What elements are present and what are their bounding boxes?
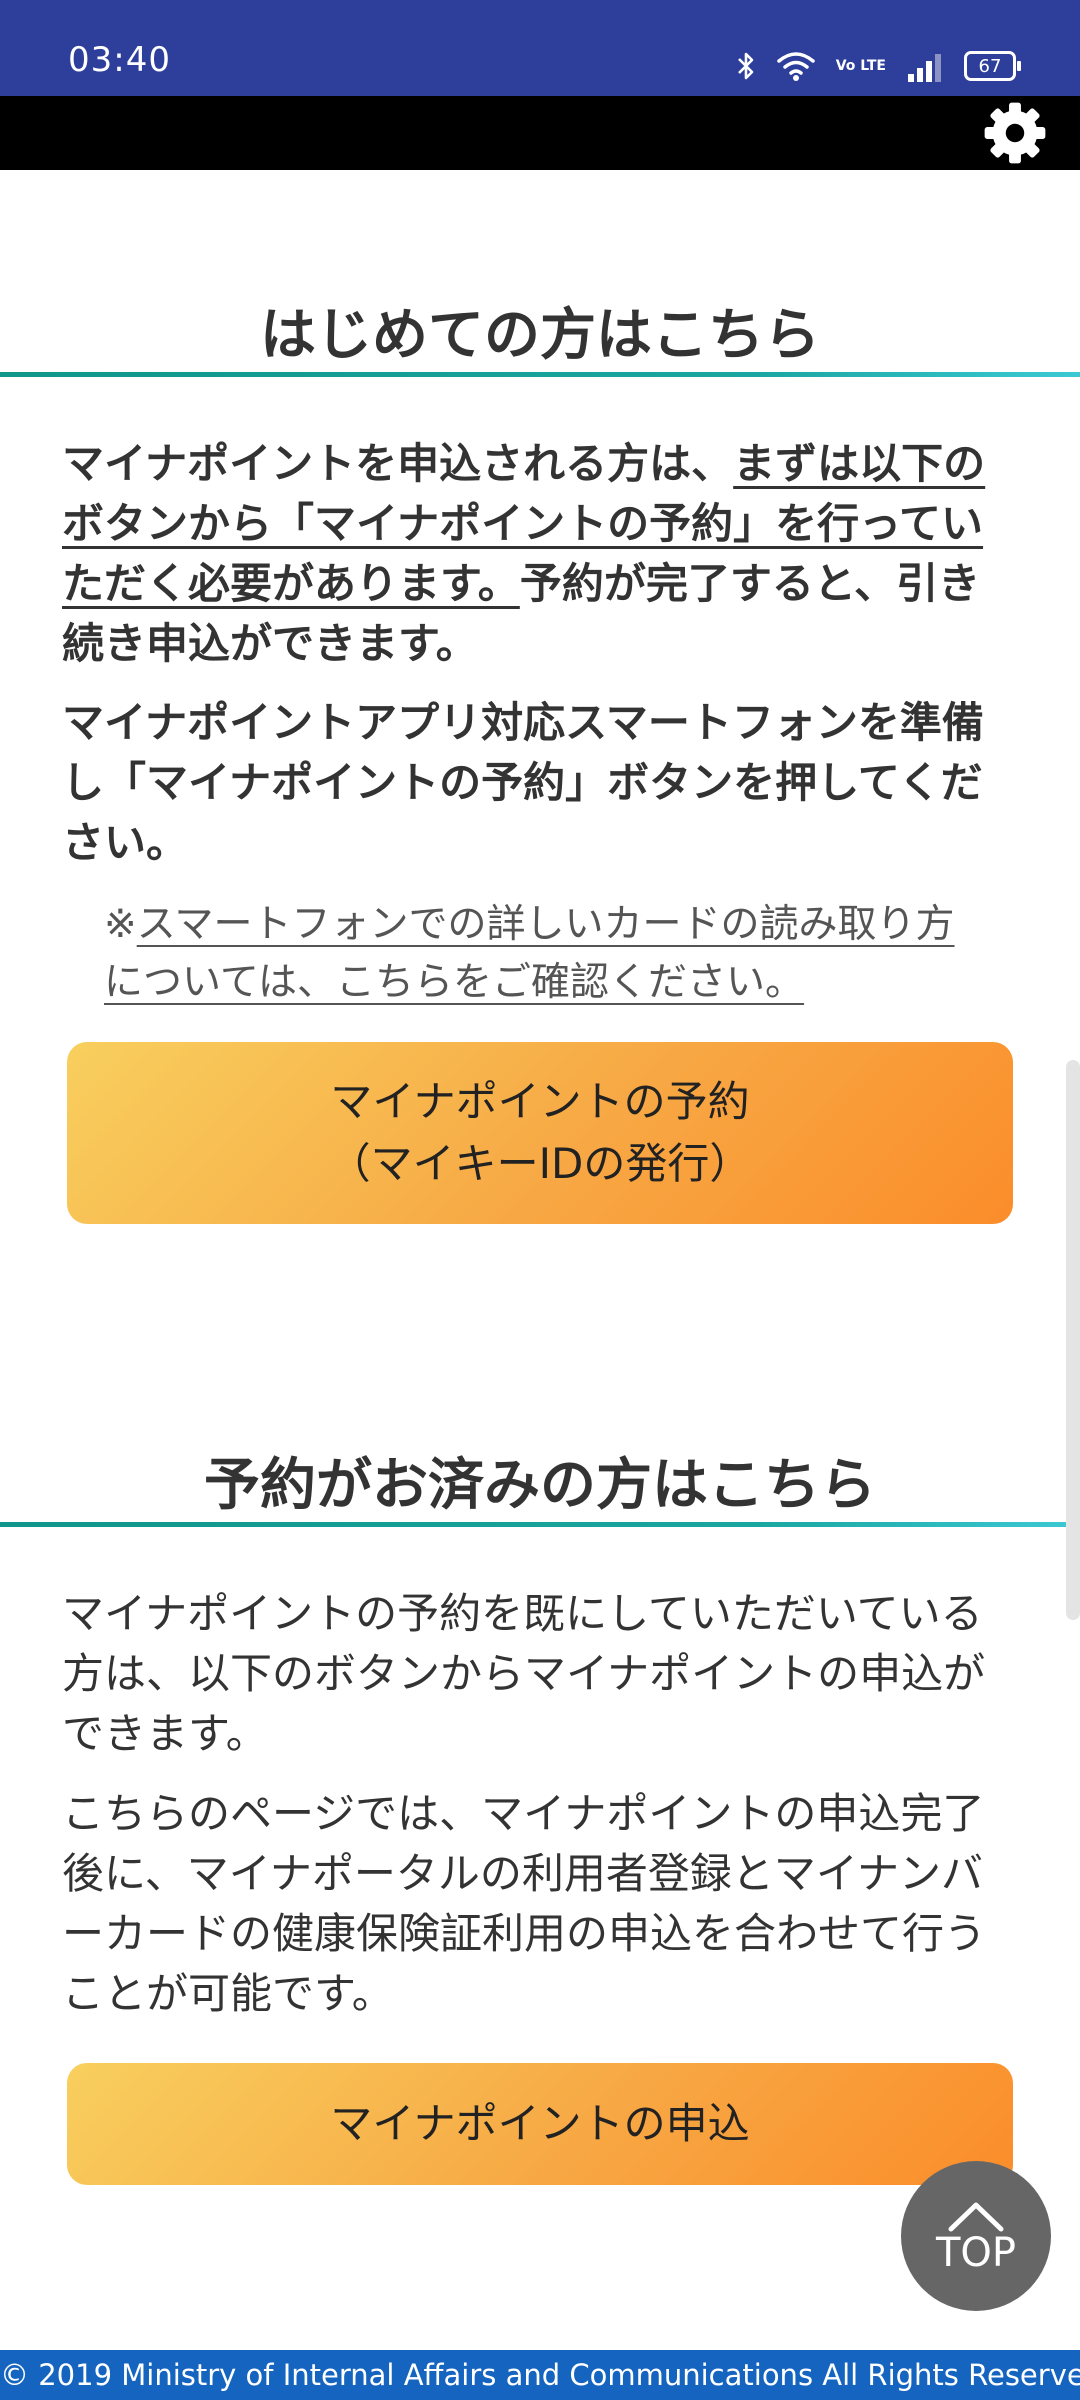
section-divider [0, 1522, 1080, 1527]
reserved-instructions: マイナポイントの予約を既にしていただいている方は、以下のボタンからマイナポイント… [62, 1589, 986, 1758]
chevron-up-icon [948, 2202, 1004, 2232]
reserve-button-line1: マイナポイントの予約 [330, 1077, 750, 1126]
note-mark: ※ [104, 902, 137, 947]
status-icons: Vo LTE 67 [736, 48, 1021, 84]
apply-button-label: マイナポイントの申込 [330, 2099, 750, 2148]
gear-icon[interactable] [980, 100, 1050, 166]
card-reading-note: ※スマートフォンでの詳しいカードの読み取り方については、こちらをご確認ください。 [104, 896, 984, 1012]
section-title-first-time: はじめての方はこちら [260, 303, 820, 368]
scroll-to-top-button[interactable]: TOP [901, 2161, 1051, 2311]
section-divider [0, 372, 1080, 377]
volte-icon: Vo LTE [835, 58, 886, 74]
wifi-icon [776, 52, 815, 81]
battery-icon: 67 [964, 51, 1021, 81]
reserve-button-line2: （マイキーIDの発行） [328, 1139, 752, 1188]
footer-copyright: © 2019 Ministry of Internal Affairs and … [0, 2350, 1080, 2400]
apply-mynapoint-button[interactable]: マイナポイントの申込 [67, 2063, 1013, 2185]
status-bar: 03:40 Vo LTE 67 [0, 0, 1080, 96]
prepare-smartphone-text: マイナポイントアプリ対応スマートフォンを準備し「マイナポイントの予約」ボタンを押… [62, 698, 984, 867]
scrollbar[interactable] [1066, 1060, 1080, 1620]
registration-info-text: こちらのページでは、マイナポイントの申込完了後に、マイナポータルの利用者登録とマ… [62, 1789, 987, 2018]
battery-level: 67 [978, 55, 1002, 77]
bluetooth-icon [737, 52, 754, 80]
first-time-instructions: マイナポイントを申込される方は、まずは以下のボタンから「マイナポイントの予約」を… [62, 434, 1002, 674]
section-title-reserved: 予約がお済みの方はこちら [204, 1453, 876, 1518]
card-reading-link[interactable]: スマートフォンでの詳しいカードの読み取り方については、こちらをご確認ください。 [104, 902, 955, 1005]
signal-icon [908, 54, 941, 82]
status-time: 03:40 [68, 40, 171, 80]
app-bar [0, 96, 1080, 170]
top-label: TOP [935, 2230, 1017, 2276]
reserve-mynapoint-button[interactable]: マイナポイントの予約 （マイキーIDの発行） [67, 1042, 1013, 1224]
instructions-text-a: マイナポイントを申込される方は、 [62, 439, 734, 488]
